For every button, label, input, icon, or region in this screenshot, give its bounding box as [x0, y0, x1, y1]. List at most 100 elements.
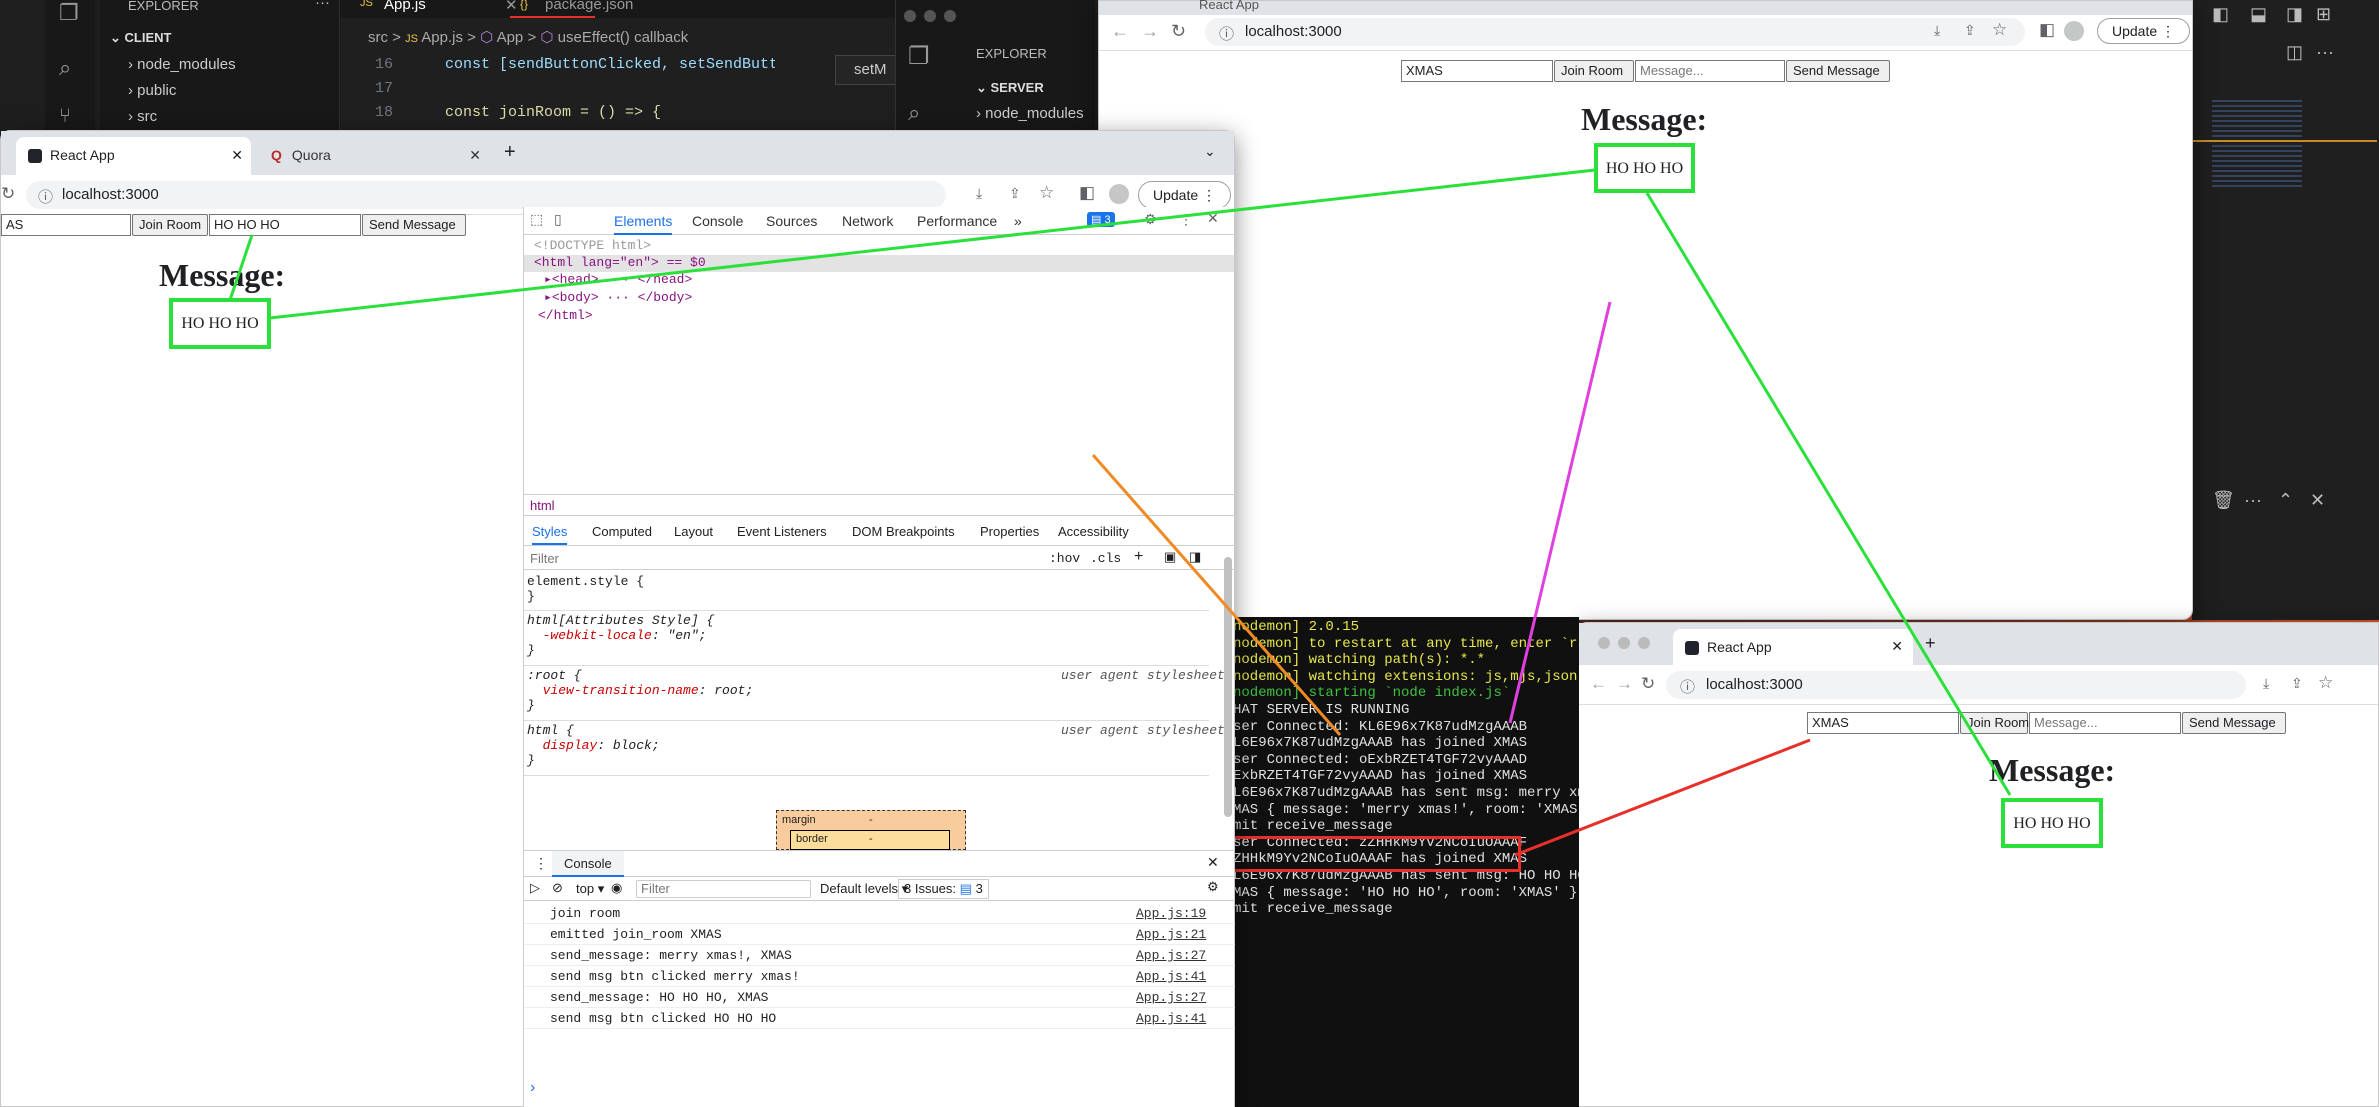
tree-item-public[interactable]: › public — [128, 82, 176, 99]
room-input[interactable]: XMAS — [1807, 712, 1959, 734]
console-log-source-link[interactable]: App.js:27 — [1136, 990, 1206, 1005]
address-bar[interactable]: ⓘ localhost:3000 — [1205, 18, 2025, 46]
breadcrumb-file[interactable]: App.js — [421, 29, 463, 46]
update-button[interactable]: Update ⋮ — [2097, 18, 2191, 44]
tab-quora[interactable]: Q Quora ✕ — [259, 137, 489, 175]
tab-app-js[interactable]: App.js — [384, 0, 426, 13]
console-log-source-link[interactable]: App.js:19 — [1136, 906, 1206, 921]
dom-doctype[interactable]: <!DOCTYPE html> — [534, 238, 651, 253]
message-input[interactable]: Message... — [1635, 60, 1785, 82]
bookmark-star-icon[interactable]: ☆ — [1039, 183, 1054, 203]
console-drawer-tab[interactable]: Console — [552, 851, 624, 877]
tab-performance[interactable]: Performance — [917, 213, 997, 229]
files-icon[interactable]: ❐ — [908, 42, 930, 71]
sidebar-icon[interactable]: ◧ — [1079, 183, 1095, 203]
issues-button[interactable]: 3 Issues: ▤ 3 — [898, 879, 989, 899]
reload-icon[interactable]: ↻ — [1, 184, 15, 204]
console-log-source-link[interactable]: App.js:21 — [1136, 927, 1206, 942]
gear-icon[interactable]: ⚙ — [1144, 211, 1157, 228]
tab-react-app[interactable]: React App — [1199, 0, 1259, 12]
avatar[interactable] — [2064, 21, 2084, 41]
address-bar[interactable]: ⓘ localhost:3000 — [26, 181, 946, 209]
add-rule-icon[interactable]: + — [1134, 548, 1143, 566]
gear-icon[interactable]: ⚙ — [1207, 879, 1219, 895]
close-icon[interactable]: ✕ — [469, 147, 481, 164]
box-model-border[interactable]: border - — [790, 830, 950, 850]
tab-network[interactable]: Network — [842, 213, 893, 229]
tab-react-app[interactable]: React App ✕ — [16, 137, 251, 175]
send-message-button[interactable]: Send Message — [2182, 712, 2286, 734]
source-control-icon[interactable]: ⑂ — [59, 105, 71, 128]
tab-sources[interactable]: Sources — [766, 213, 817, 229]
dom-html-node[interactable]: <html lang="en"> == $0 — [524, 255, 1234, 272]
sidebar-icon[interactable]: ◧ — [2039, 20, 2055, 40]
close-icon[interactable]: ✕ — [1207, 210, 1219, 227]
eye-icon[interactable]: ◉ — [611, 880, 622, 896]
new-tab-icon[interactable]: + — [504, 141, 516, 164]
send-message-button[interactable]: Send Message — [1786, 60, 1890, 82]
close-icon[interactable]: ✕ — [505, 0, 518, 14]
sidebar-toggle-icon[interactable]: ◨ — [1189, 549, 1201, 565]
console-log-source-link[interactable]: App.js:41 — [1136, 969, 1206, 984]
drawer-menu-icon[interactable]: ⋮ — [534, 855, 548, 872]
hov-toggle[interactable]: :hov — [1049, 551, 1080, 566]
issues-badge[interactable]: ▤ 3 — [1087, 212, 1115, 227]
more-icon[interactable]: ··· — [2316, 42, 2334, 63]
bookmark-star-icon[interactable]: ☆ — [2318, 673, 2333, 693]
site-info-icon[interactable]: ⓘ — [38, 186, 53, 207]
sidebar-toggle-icon[interactable]: ▷ — [530, 880, 540, 896]
room-input[interactable]: AS — [1, 214, 131, 236]
reload-icon[interactable]: ↻ — [1171, 21, 1186, 42]
rule-html[interactable]: html { display: block;} — [527, 723, 660, 768]
sidebar-icon[interactable]: ◨ — [2286, 4, 2303, 25]
tab-styles[interactable]: Styles — [532, 524, 568, 545]
chevron-up-icon[interactable]: ⌃ — [2278, 490, 2293, 511]
search-icon[interactable]: ⌕ — [59, 55, 71, 81]
window-close-dot[interactable] — [904, 10, 916, 22]
join-room-button[interactable]: Join Room — [1960, 712, 2029, 734]
back-icon[interactable]: ← — [1111, 21, 1129, 42]
rule-root[interactable]: :root { view-transition-name: root;} — [527, 668, 753, 713]
console-filter-input[interactable]: Filter — [636, 880, 811, 898]
site-info-icon[interactable]: ⓘ — [1680, 676, 1695, 697]
device-toolbar-icon[interactable]: ▯ — [554, 211, 562, 228]
window-close-dot[interactable] — [1598, 637, 1610, 649]
tree-item-node-modules[interactable]: › node_modules — [128, 56, 236, 73]
minimap[interactable] — [2212, 100, 2302, 190]
layout-icon[interactable]: ◧ — [2212, 4, 2229, 25]
install-icon[interactable]: ⤓ — [1934, 22, 1940, 39]
message-input[interactable]: Message... — [2029, 712, 2181, 734]
reload-icon[interactable]: ↻ — [1641, 674, 1655, 694]
dom-head-node[interactable]: ▸<head> ··· </head> — [544, 272, 692, 287]
client-folder[interactable]: ⌄ CLIENT — [110, 30, 171, 46]
tab-event-listeners[interactable]: Event Listeners — [737, 524, 827, 539]
rule-attributes-style[interactable]: html[Attributes Style] { -webkit-locale:… — [527, 613, 714, 658]
split-editor-icon[interactable]: ◫ — [2286, 42, 2303, 63]
styles-filter-input[interactable]: Filter — [530, 551, 559, 566]
avatar[interactable] — [1109, 184, 1129, 204]
window-min-dot[interactable] — [924, 10, 936, 22]
crumb-html[interactable]: html — [530, 498, 555, 513]
tab-dom-breakpoints[interactable]: DOM Breakpoints — [852, 524, 955, 539]
dom-html-close[interactable]: </html> — [538, 308, 593, 323]
install-icon[interactable]: ⤓ — [2263, 675, 2269, 692]
window-min-dot[interactable] — [1618, 637, 1630, 649]
join-room-button[interactable]: Join Room — [1554, 60, 1634, 82]
tab-elements[interactable]: Elements — [614, 213, 673, 235]
back-icon[interactable]: ← — [1590, 674, 1607, 694]
search-icon[interactable]: ⌕ — [908, 100, 920, 126]
autocomplete-hint[interactable]: setM — [835, 55, 900, 85]
breadcrumb-src[interactable]: src — [368, 29, 388, 46]
trash-icon[interactable]: 🗑 — [2212, 490, 2235, 511]
send-message-button[interactable]: Send Message — [362, 214, 466, 236]
tab-react-app[interactable]: React App ✕ — [1673, 629, 1913, 665]
share-icon[interactable]: ⇪ — [1964, 22, 1976, 39]
share-icon[interactable]: ⇪ — [2291, 675, 2303, 692]
server-folder[interactable]: ⌄ SERVER — [976, 80, 1044, 96]
share-icon[interactable]: ⇪ — [1009, 185, 1021, 202]
close-icon[interactable]: ✕ — [2310, 490, 2325, 511]
cls-toggle[interactable]: .cls — [1090, 551, 1121, 566]
more-icon[interactable]: ··· — [315, 0, 330, 11]
clear-console-icon[interactable]: ⊘ — [552, 880, 563, 896]
tree-item-node-modules[interactable]: › node_modules — [976, 105, 1084, 122]
